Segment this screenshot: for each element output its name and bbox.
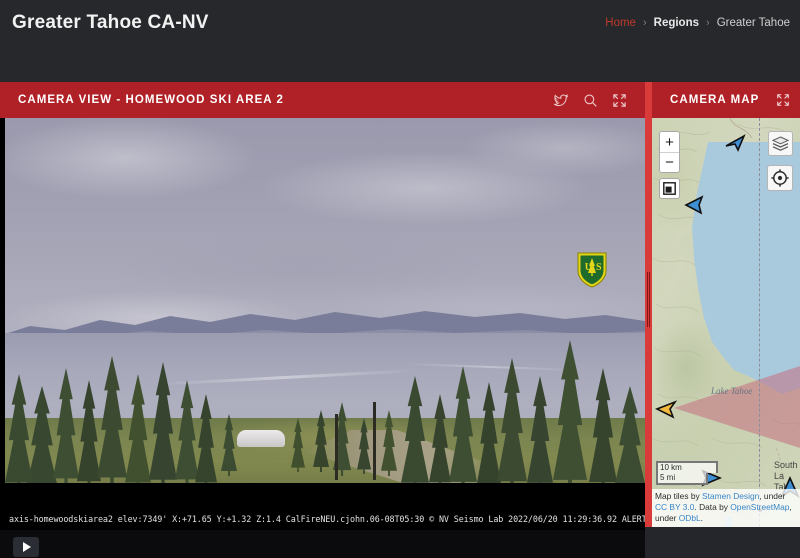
us-forest-service-badge-icon: U S <box>577 252 607 288</box>
page-title: Greater Tahoe CA-NV <box>12 12 209 33</box>
lake-tahoe-label: Lake Tahoe <box>711 386 753 396</box>
camera-view-toolbar <box>554 82 627 118</box>
camera-marker-1[interactable] <box>724 132 746 152</box>
measure-icon <box>663 182 676 195</box>
camera-marker-2[interactable] <box>682 194 704 216</box>
camera-marker-3-active[interactable] <box>653 398 677 420</box>
twitter-icon[interactable] <box>554 93 569 108</box>
cc-by-license-link[interactable]: CC BY 3.0 <box>655 502 694 512</box>
camera-map-header: CAMERA MAP <box>652 82 800 118</box>
fullscreen-icon[interactable] <box>612 93 627 108</box>
attr-suffix: . <box>700 513 703 523</box>
camera-map-panel: CAMERA MAP Lake Tahoe South La Taho + − … <box>652 82 800 527</box>
camera-image-viewport[interactable]: U S axis-homewoodskiarea2 elev:7349' X:+… <box>0 118 645 558</box>
camera-scene: U S <box>5 118 645 483</box>
scale-km-label: 10 km <box>656 461 718 473</box>
play-button[interactable] <box>13 537 39 557</box>
search-icon[interactable] <box>583 93 598 108</box>
panel-resize-divider[interactable] <box>645 82 652 527</box>
snow-shed-building <box>237 430 285 447</box>
lift-tower <box>335 414 338 480</box>
map-scale-bar: 10 km 5 mi <box>656 461 718 485</box>
measure-tool-button[interactable] <box>659 178 680 199</box>
attr-prefix: Map tiles by <box>655 491 703 501</box>
camera-metadata-overlay: axis-homewoodskiarea2 elev:7349' X:+71.6… <box>5 511 645 526</box>
zoom-in-button[interactable]: + <box>660 132 679 152</box>
breadcrumb: Home › Regions › Greater Tahoe <box>605 17 790 29</box>
attr-mid2: . Data by <box>694 502 731 512</box>
scale-mi-label: 5 mi <box>656 473 708 485</box>
map-attribution: Map tiles by Stamen Design, under CC BY … <box>652 489 800 527</box>
camera-metadata-text: axis-homewoodskiarea2 elev:7349' X:+71.6… <box>9 513 645 524</box>
camera-view-panel: CAMERA VIEW - HOMEWOOD SKI AREA 2 U S ax… <box>0 82 645 558</box>
breadcrumb-separator-icon: › <box>642 17 647 29</box>
layers-icon <box>772 135 789 151</box>
layers-button[interactable] <box>768 131 793 156</box>
breadcrumb-regions-link[interactable]: Regions <box>654 17 699 29</box>
odbl-license-link[interactable]: ODbL <box>679 513 701 523</box>
breadcrumb-current: Greater Tahoe <box>716 17 790 29</box>
locate-button[interactable] <box>767 165 793 191</box>
breadcrumb-separator-icon: › <box>706 17 710 29</box>
divider-grip-icon <box>647 272 650 327</box>
zoom-out-button[interactable]: − <box>660 152 679 172</box>
lift-tower <box>373 402 376 480</box>
play-icon <box>23 542 31 552</box>
camera-view-title: CAMERA VIEW - HOMEWOOD SKI AREA 2 <box>18 94 284 106</box>
zoom-control-group: + − <box>659 131 680 173</box>
attr-mid1: , under <box>759 491 786 501</box>
camera-map-title: CAMERA MAP <box>670 94 760 106</box>
state-border-line <box>759 118 760 527</box>
stamen-design-link[interactable]: Stamen Design <box>702 491 759 501</box>
openstreetmap-link[interactable]: OpenStreetMap <box>730 502 789 512</box>
top-header: Greater Tahoe CA-NV Home › Regions › Gre… <box>0 0 800 82</box>
map-canvas[interactable]: Lake Tahoe South La Taho + − 10 km 5 mi … <box>652 118 800 527</box>
fullscreen-icon[interactable] <box>776 93 790 107</box>
camera-player-footer <box>0 530 645 558</box>
camera-view-header: CAMERA VIEW - HOMEWOOD SKI AREA 2 <box>0 82 645 118</box>
locate-icon <box>771 169 789 187</box>
svg-text:S: S <box>596 262 602 273</box>
breadcrumb-home-link[interactable]: Home <box>605 17 636 29</box>
